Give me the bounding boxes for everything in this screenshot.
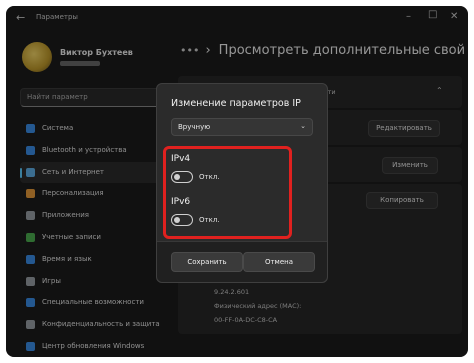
cancel-button[interactable]: Отмена [243,252,315,272]
chevron-down-icon: ⌄ [300,122,306,130]
highlight-box [163,146,292,239]
settings-window: ← Параметры – □ ✕ Виктор Бухтеев Найти п… [6,6,468,357]
dialog-footer: Сохранить Отмена [157,241,327,282]
dialog-title: Изменение параметров IP [171,98,301,109]
ip-mode-value: Вручную [178,123,211,131]
save-button[interactable]: Сохранить [171,252,243,272]
ip-mode-select[interactable]: Вручную ⌄ [171,118,313,136]
